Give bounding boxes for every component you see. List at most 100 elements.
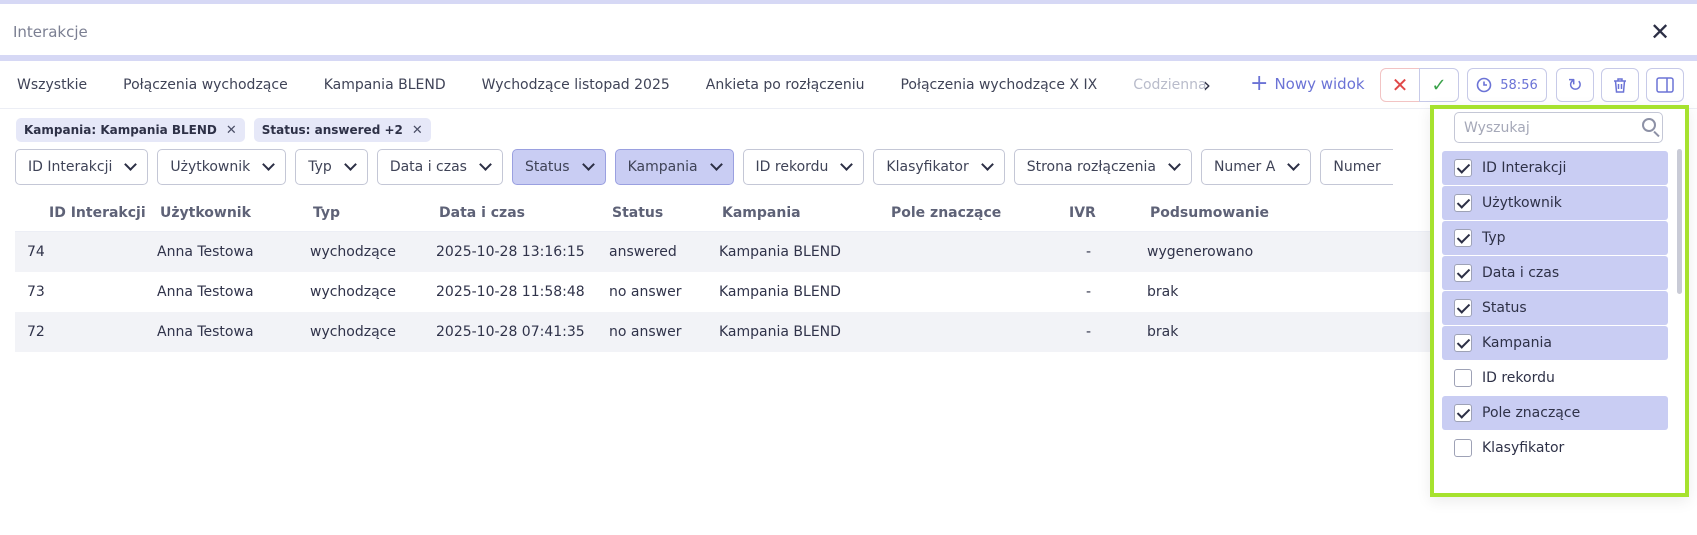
cell: - <box>1086 244 1092 260</box>
column-option-uzytkownik[interactable]: Użytkownik <box>1442 186 1668 220</box>
column-header[interactable]: Typ <box>313 205 340 221</box>
table-row[interactable]: 72 Anna Testowa wychodzące 2025-10-28 07… <box>15 312 1435 352</box>
checkbox-unchecked[interactable] <box>1454 439 1472 457</box>
column-header[interactable]: ID Interakcji <box>49 205 146 221</box>
chevron-down-icon <box>1287 158 1301 171</box>
window-title: Interakcje <box>13 23 88 41</box>
column-header[interactable]: Kampania <box>722 205 801 221</box>
cell: 74 <box>27 244 45 260</box>
option-label: Użytkownik <box>1482 195 1562 211</box>
refresh-button[interactable]: ↻ <box>1556 68 1594 102</box>
view-tabs-bar: Wszystkie Połączenia wychodzące Kampania… <box>0 61 1697 109</box>
cell: brak <box>1147 284 1179 300</box>
cell: 2025-10-28 13:16:15 <box>436 244 585 260</box>
column-header[interactable]: IVR <box>1069 205 1096 221</box>
cell: wygenerowano <box>1147 244 1254 260</box>
filter-numer-a[interactable]: Numer A <box>1200 149 1312 185</box>
filter-data-i-czas[interactable]: Data i czas <box>376 149 503 185</box>
column-search-input[interactable]: Wyszukaj <box>1454 112 1663 143</box>
tab-ankieta[interactable]: Ankieta po rozłączeniu <box>688 77 883 93</box>
checkbox-checked[interactable] <box>1454 229 1472 247</box>
tab-polaczenia-x-ix[interactable]: Połączenia wychodzące X IX <box>882 77 1115 93</box>
filter-id-interakcji[interactable]: ID Interakcji <box>15 149 149 185</box>
close-icon: ✕ <box>1391 73 1409 97</box>
column-option-kampania[interactable]: Kampania <box>1442 326 1668 360</box>
new-view-label: Nowy widok <box>1274 75 1365 93</box>
column-header[interactable]: Pole znaczące <box>891 205 1001 221</box>
table-header: ID Interakcji Użytkownik Typ Data i czas… <box>15 194 1435 232</box>
filter-label: Typ <box>308 159 332 175</box>
new-view-button[interactable]: + Nowy widok <box>1250 73 1365 95</box>
column-option-id-interakcji[interactable]: ID Interakcji <box>1442 151 1668 185</box>
remove-filter-icon[interactable]: ✕ <box>226 123 237 138</box>
checkbox-checked[interactable] <box>1454 334 1472 352</box>
option-label: Data i czas <box>1482 265 1560 281</box>
chevron-down-icon <box>840 158 854 171</box>
cell: 2025-10-28 11:58:48 <box>436 284 585 300</box>
table-row[interactable]: 73 Anna Testowa wychodzące 2025-10-28 11… <box>15 272 1435 312</box>
close-icon[interactable]: ✕ <box>1647 19 1673 45</box>
interactions-table: ID Interakcji Użytkownik Typ Data i czas… <box>15 194 1435 352</box>
chevron-down-icon <box>1168 158 1181 171</box>
column-header[interactable]: Data i czas <box>439 205 525 221</box>
refresh-icon: ↻ <box>1567 74 1583 96</box>
checkbox-checked[interactable] <box>1454 404 1472 422</box>
column-option-data-i-czas[interactable]: Data i czas <box>1442 256 1668 290</box>
chevron-down-icon <box>709 158 723 171</box>
delete-view-button[interactable] <box>1601 68 1639 102</box>
scrollbar-thumb[interactable] <box>1677 149 1682 294</box>
column-header[interactable]: Podsumowanie <box>1150 205 1269 221</box>
checkbox-unchecked[interactable] <box>1454 369 1472 387</box>
option-label: Typ <box>1482 230 1506 246</box>
columns-panel-icon <box>1656 77 1674 93</box>
column-option-typ[interactable]: Typ <box>1442 221 1668 255</box>
chevron-down-icon <box>581 158 595 171</box>
checkbox-checked[interactable] <box>1454 264 1472 282</box>
checkbox-checked[interactable] <box>1454 299 1472 317</box>
filter-uzytkownik[interactable]: Użytkownik <box>157 149 287 185</box>
columns-panel-button[interactable] <box>1646 68 1684 102</box>
refresh-timer-button[interactable]: 58:56 <box>1467 68 1547 102</box>
filter-klasyfikator[interactable]: Klasyfikator <box>873 149 1005 185</box>
cell: - <box>1086 324 1092 340</box>
filter-strona-rozlaczenia[interactable]: Strona rozłączenia <box>1013 149 1192 185</box>
checkbox-checked[interactable] <box>1454 194 1472 212</box>
save-button[interactable]: ✓ <box>1419 68 1459 102</box>
filter-kampania[interactable]: Kampania <box>614 149 734 185</box>
column-header[interactable]: Użytkownik <box>160 205 251 221</box>
chevron-down-icon <box>479 158 492 171</box>
cell: 2025-10-28 07:41:35 <box>436 324 585 340</box>
filter-numer[interactable]: Numer <box>1320 149 1393 185</box>
tab-wszystkie[interactable]: Wszystkie <box>0 77 105 93</box>
filter-id-rekordu[interactable]: ID rekordu <box>742 149 865 185</box>
column-header[interactable]: Status <box>612 205 663 221</box>
search-icon <box>1642 118 1656 132</box>
checkbox-checked[interactable] <box>1454 159 1472 177</box>
filter-typ[interactable]: Typ <box>295 149 368 185</box>
filter-label: Status <box>524 159 570 175</box>
column-option-status[interactable]: Status <box>1442 291 1668 325</box>
discard-button[interactable]: ✕ <box>1380 68 1420 102</box>
column-option-pole-znaczace[interactable]: Pole znaczące <box>1442 396 1668 430</box>
table-row[interactable]: 74 Anna Testowa wychodzące 2025-10-28 13… <box>15 232 1435 272</box>
cell: 72 <box>27 324 45 340</box>
filter-chip-kampania: Kampania: Kampania BLEND ✕ <box>16 118 245 142</box>
cell: Anna Testowa <box>157 284 254 300</box>
cell: Kampania BLEND <box>719 324 841 340</box>
option-label: Status <box>1482 300 1527 316</box>
filter-status[interactable]: Status <box>511 149 606 185</box>
column-option-id-rekordu[interactable]: ID rekordu <box>1442 361 1668 395</box>
chevron-down-icon <box>980 158 994 171</box>
cell: no answer <box>609 324 682 340</box>
tab-kampania-blend[interactable]: Kampania BLEND <box>306 77 464 93</box>
option-label: ID rekordu <box>1482 370 1555 386</box>
remove-filter-icon[interactable]: ✕ <box>412 123 423 138</box>
column-option-klasyfikator[interactable]: Klasyfikator <box>1442 431 1668 465</box>
cell: Anna Testowa <box>157 244 254 260</box>
chevron-right-icon[interactable]: › <box>1203 73 1223 97</box>
filter-label: Strona rozłączenia <box>1026 159 1156 175</box>
tab-polaczenia-wychodzace[interactable]: Połączenia wychodzące <box>105 77 306 93</box>
tab-wychodzace-listopad[interactable]: Wychodzące listopad 2025 <box>464 77 688 93</box>
option-label: Klasyfikator <box>1482 440 1565 456</box>
chevron-down-icon <box>262 158 276 171</box>
